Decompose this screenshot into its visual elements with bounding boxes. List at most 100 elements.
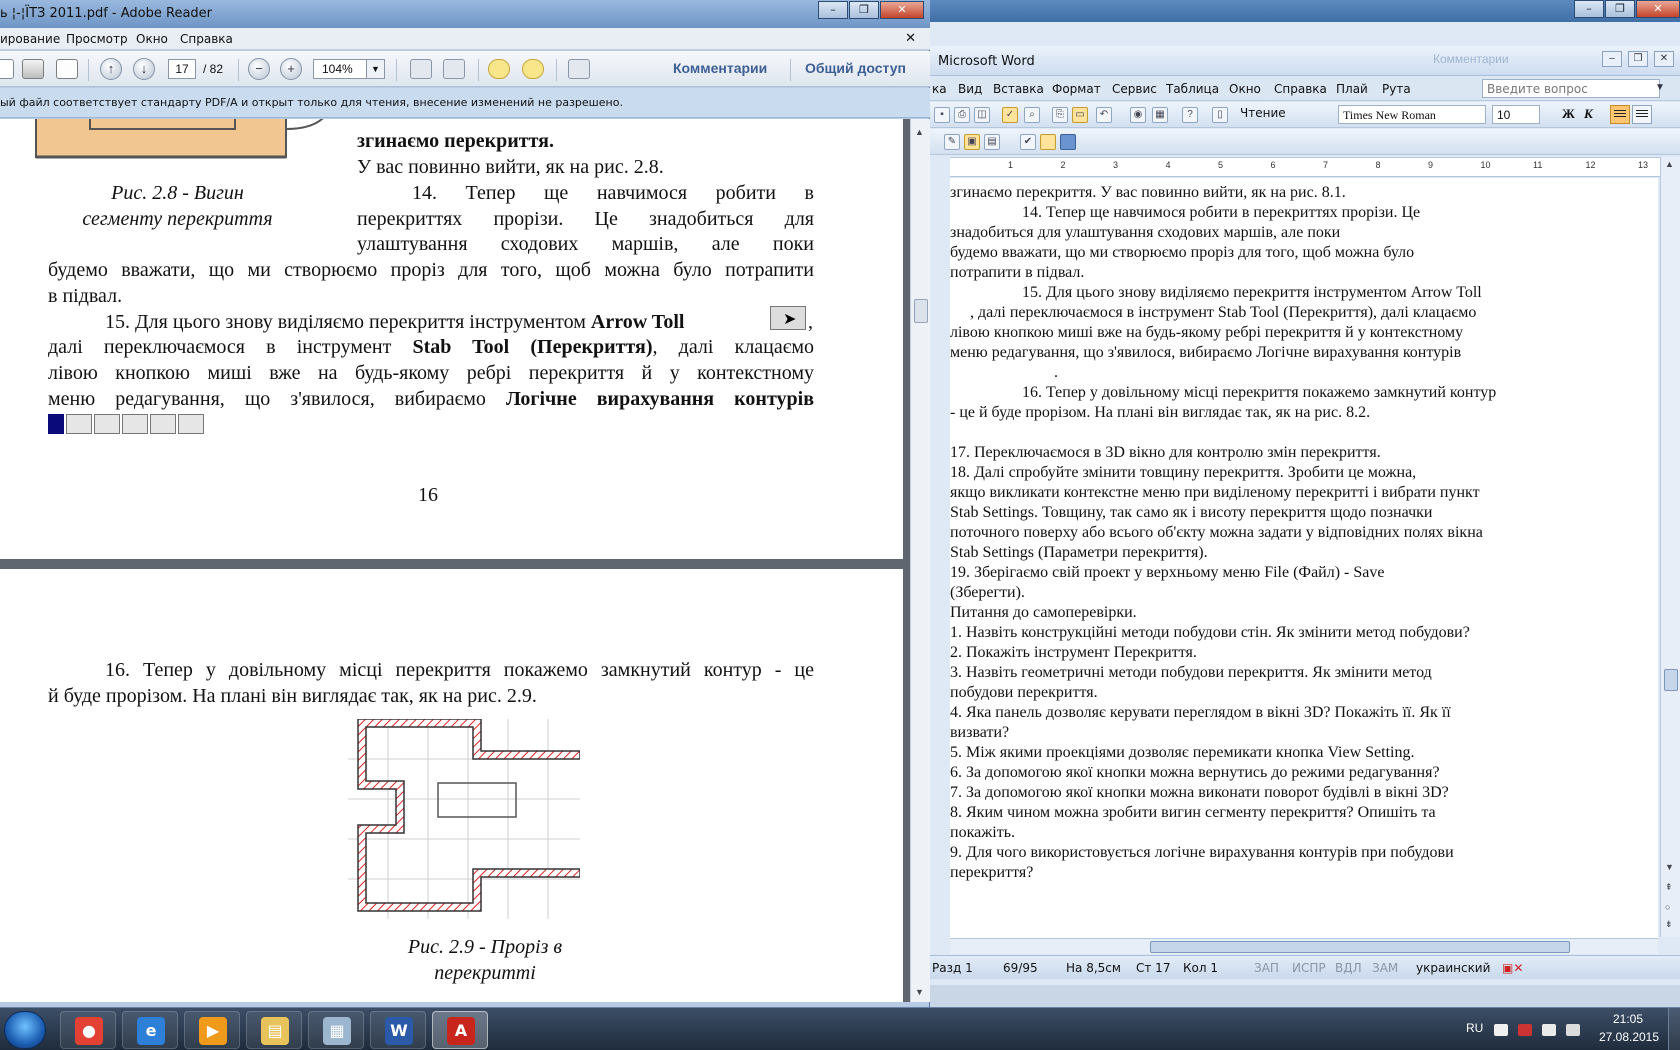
taskbar-app-calculator[interactable]: ▦ (308, 1011, 364, 1049)
menu-help[interactable]: Справка (180, 32, 233, 46)
edit-tool-icon[interactable]: ✎ (944, 134, 960, 150)
status-ext[interactable]: ВДЛ (1335, 961, 1362, 975)
menu-plai[interactable]: Плай (1336, 82, 1368, 96)
prev-page-icon[interactable]: ⇞ (1665, 882, 1673, 893)
highlight-icon[interactable] (522, 59, 544, 79)
vertical-scrollbar[interactable]: ▲ ▼ ⇞ ○ ⇟ (1660, 157, 1680, 937)
horizontal-scroll-thumb[interactable] (1150, 941, 1570, 953)
close-button[interactable]: ✕ (1636, 0, 1680, 18)
macro-icon[interactable]: ▣ (964, 134, 980, 150)
menu-edit[interactable]: ирование (0, 32, 60, 46)
menu-insert[interactable]: Вставка (993, 82, 1044, 96)
comment-icon[interactable] (488, 59, 510, 79)
next-page-button[interactable]: ↓ (133, 58, 155, 80)
flag-icon[interactable] (1518, 1024, 1532, 1036)
scroll-thumb[interactable] (914, 299, 928, 323)
close-button[interactable]: ✕ (880, 1, 924, 19)
page-number-input[interactable]: 17 (168, 59, 196, 79)
check-icon[interactable]: ✔ (1020, 134, 1036, 150)
hyperlink-icon[interactable]: ◉ (1130, 107, 1146, 123)
scroll-down-icon[interactable]: ▼ (1665, 862, 1674, 872)
network-icon[interactable] (1542, 1024, 1556, 1036)
prev-page-button[interactable]: ↑ (100, 58, 122, 80)
italic-button[interactable]: К (1584, 106, 1593, 122)
font-name-select[interactable]: Times New Roman (1338, 105, 1486, 124)
maximize-button[interactable]: ❐ (1605, 0, 1635, 18)
doc-restore-button[interactable]: ❐ (1628, 51, 1648, 67)
menu-view[interactable]: Вид (958, 82, 982, 96)
menu-window[interactable]: Окно (1229, 82, 1261, 96)
status-trk[interactable]: ИСПР (1292, 961, 1326, 975)
print-icon[interactable] (22, 59, 44, 79)
close-icon[interactable]: ✕ (905, 30, 916, 46)
menu-ruta[interactable]: Рута (1382, 82, 1411, 96)
horizontal-ruler[interactable]: 1 2 3 4 5 6 7 8 9 10 11 12 13 (950, 157, 1680, 177)
taskbar-app-explorer[interactable]: ▤ (246, 1011, 302, 1049)
fit-width-icon[interactable] (443, 59, 465, 79)
menu-tools[interactable]: Сервис (1112, 82, 1157, 96)
flag-ru-icon[interactable] (1060, 134, 1076, 150)
chevron-down-icon[interactable]: ▼ (366, 60, 384, 78)
form-icon[interactable]: ▤ (984, 134, 1000, 150)
menu-format[interactable]: Формат (1052, 82, 1101, 96)
clock-date[interactable]: 27.08.2015 (1594, 1030, 1664, 1044)
help-icon[interactable]: ? (1182, 107, 1198, 123)
menu-table[interactable]: Таблица (1166, 82, 1219, 96)
doc-close-button[interactable]: ✕ (1654, 51, 1674, 67)
menu-edit[interactable]: ка (932, 82, 947, 96)
vertical-scrollbar[interactable]: ▲ ▼ (910, 119, 930, 1002)
show-desktop-button[interactable] (1668, 1008, 1680, 1050)
taskbar-app-chrome[interactable]: ● (60, 1011, 116, 1049)
scroll-up-icon[interactable]: ▲ (1665, 159, 1674, 169)
undo-icon[interactable]: ↶ (1096, 107, 1112, 123)
minimize-button[interactable]: – (1574, 0, 1604, 18)
maximize-button[interactable]: ❐ (849, 1, 879, 19)
save-icon[interactable]: ▪ (934, 107, 950, 123)
word-titlebar[interactable]: Microsoft Word Комментарии – ❐ ✕ (930, 46, 1680, 76)
taskbar-app-ie[interactable]: e (122, 1011, 178, 1049)
menu-window[interactable]: Окно (136, 32, 168, 46)
scroll-up-icon[interactable]: ▲ (915, 127, 924, 137)
document-page[interactable]: згинаємо перекриття. У вас повинно вийти… (950, 178, 1658, 938)
print-preview-icon[interactable]: ◫ (974, 107, 990, 123)
research-icon[interactable]: ⌕ (1024, 107, 1040, 123)
font-size-select[interactable]: 10 (1492, 105, 1540, 124)
open-icon[interactable] (0, 59, 14, 79)
copy-icon[interactable]: ⎘ (1052, 107, 1068, 123)
zoom-out-button[interactable]: − (248, 58, 270, 80)
clock-time[interactable]: 21:05 (1598, 1012, 1658, 1026)
status-ovr[interactable]: ЗАМ (1372, 961, 1398, 975)
bold-button[interactable]: Ж (1562, 106, 1575, 122)
doc-minimize-button[interactable]: – (1602, 51, 1622, 67)
share-button[interactable]: Общий доступ (805, 60, 906, 76)
minimize-button[interactable]: – (818, 1, 848, 19)
zoom-in-button[interactable]: + (280, 58, 302, 80)
select-browse-object-icon[interactable]: ○ (1665, 902, 1670, 912)
align-center-button[interactable] (1632, 105, 1652, 124)
horizontal-scrollbar[interactable] (950, 938, 1658, 954)
flag-ua-icon[interactable] (1040, 134, 1056, 150)
paste-icon[interactable]: ▭ (1072, 107, 1088, 123)
action-center-icon[interactable] (1494, 1024, 1508, 1036)
reader-titlebar[interactable]: ь ¦-¦ЇТЗ 2011.pdf - Adobe Reader – ❐ ✕ (0, 0, 930, 28)
spell-status-icon[interactable]: ▣✕ (1502, 961, 1523, 975)
reading-mode-icon[interactable]: ▯ (1212, 107, 1228, 123)
taskbar-app-reader[interactable]: A (432, 1011, 488, 1049)
align-left-button[interactable] (1610, 105, 1630, 124)
fullscreen-icon[interactable] (568, 59, 590, 79)
email-icon[interactable] (56, 59, 78, 79)
reading-button[interactable]: Чтение (1240, 106, 1286, 120)
table-icon[interactable]: ▦ (1152, 107, 1168, 123)
status-rec[interactable]: ЗАП (1254, 961, 1279, 975)
document-view[interactable]: згинаємо перекриття. У вас повинно вийти… (0, 119, 910, 1002)
zoom-select[interactable]: 104% ▼ (313, 59, 385, 79)
fit-page-icon[interactable] (410, 59, 432, 79)
comments-button[interactable]: Комментарии (673, 60, 767, 76)
next-page-icon[interactable]: ⇟ (1665, 919, 1673, 930)
taskbar-app-word[interactable]: W (370, 1011, 426, 1049)
question-input[interactable]: Введите вопрос (1482, 79, 1660, 98)
print-icon[interactable]: ⎙ (954, 107, 970, 123)
scroll-thumb[interactable] (1664, 669, 1678, 691)
spelling-icon[interactable]: ✓ (1002, 107, 1018, 123)
scroll-down-icon[interactable]: ▼ (915, 987, 924, 997)
